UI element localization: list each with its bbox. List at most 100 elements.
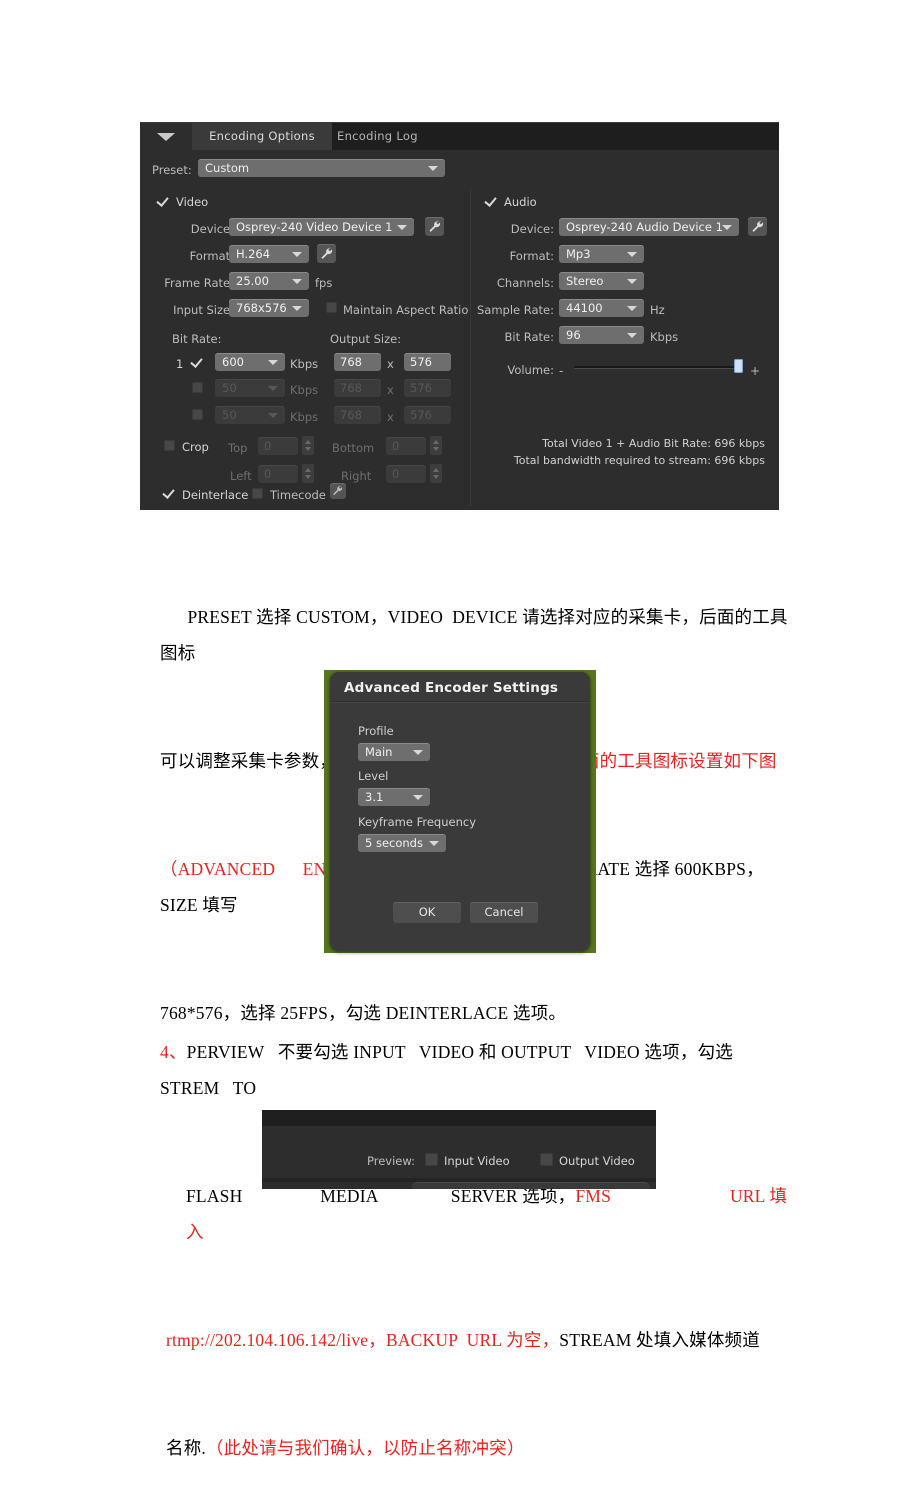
- para2-line3-red: rtmp://202.104.106.142/live，BACKUP URL 为…: [166, 1330, 560, 1350]
- sample-rate-select[interactable]: 44100: [559, 299, 644, 317]
- bitrate-row-3-unit: Kbps: [290, 410, 319, 424]
- audio-format-value: Mp3: [566, 247, 591, 261]
- input-size-label: Input Size:: [173, 303, 234, 317]
- stepper-up-icon: [433, 468, 439, 472]
- crop-bottom-value: 0: [392, 439, 400, 453]
- total-bitrate-line: Total Video 1 + Audio Bit Rate: 696 kbps: [542, 437, 765, 450]
- chevron-down-icon: [429, 841, 439, 846]
- para2-list-number: 4、: [160, 1042, 187, 1062]
- video-format-settings-button[interactable]: [317, 244, 336, 263]
- crop-checkbox[interactable]: [164, 440, 175, 451]
- volume-slider-knob[interactable]: [734, 359, 743, 373]
- level-select[interactable]: 3.1: [358, 788, 430, 806]
- dialog-title-separator: [330, 701, 590, 703]
- video-format-select[interactable]: H.264: [229, 245, 309, 263]
- tab-encoding-options[interactable]: Encoding Options: [192, 123, 332, 150]
- bitrate-row-3-select[interactable]: 50: [215, 406, 285, 424]
- input-size-select[interactable]: 768x576: [229, 299, 309, 317]
- timecode-checkbox[interactable]: [252, 488, 263, 499]
- chevron-down-icon: [268, 360, 278, 365]
- crop-top-input[interactable]: 0: [258, 437, 298, 455]
- wrench-icon: [429, 220, 441, 232]
- audio-format-select[interactable]: Mp3: [559, 245, 644, 263]
- video-device-select[interactable]: Osprey-240 Video Device 1: [229, 218, 414, 236]
- audio-device-settings-button[interactable]: [748, 217, 767, 236]
- crop-right-stepper[interactable]: [430, 464, 442, 483]
- audio-channels-value: Stereo: [566, 274, 604, 288]
- profile-value: Main: [365, 745, 393, 759]
- output-height-2-input[interactable]: 576: [404, 379, 451, 397]
- deinterlace-label: Deinterlace: [182, 488, 249, 502]
- bitrate-row-2-select[interactable]: 50: [215, 379, 285, 397]
- output-width-2-input[interactable]: 768: [334, 379, 381, 397]
- audio-bit-rate-value: 96: [566, 328, 581, 342]
- audio-bit-rate-unit: Kbps: [650, 330, 679, 344]
- keyframe-frequency-label: Keyframe Frequency: [358, 815, 477, 829]
- video-format-value: H.264: [236, 247, 271, 261]
- frame-rate-value: 25.00: [236, 274, 269, 288]
- keyframe-frequency-select[interactable]: 5 seconds: [358, 834, 446, 852]
- video-device-value: Osprey-240 Video Device 1: [236, 220, 393, 234]
- audio-channels-select[interactable]: Stereo: [559, 272, 644, 290]
- timecode-settings-button[interactable]: [330, 483, 346, 499]
- video-device-settings-button[interactable]: [425, 217, 444, 236]
- bitrate-row-2-checkbox[interactable]: [192, 382, 203, 393]
- crop-left-value: 0: [264, 467, 272, 481]
- audio-enable-checkbox[interactable]: [486, 195, 497, 206]
- crop-bottom-label: Bottom: [332, 441, 375, 455]
- bitrate-row-2-unit: Kbps: [290, 383, 319, 397]
- chevron-down-icon: [268, 413, 278, 418]
- crop-bottom-stepper[interactable]: [430, 436, 442, 455]
- stepper-down-icon: [433, 475, 439, 479]
- advanced-encoder-settings-dialog: Advanced Encoder Settings Profile Main L…: [330, 672, 590, 951]
- crop-left-stepper[interactable]: [302, 464, 314, 483]
- ok-button[interactable]: OK: [393, 902, 461, 923]
- bitrate-row-1-select[interactable]: 600: [215, 353, 285, 371]
- paragraph-two: 4、PERVIEW 不要勾选 INPUT VIDEO 和 OUTPUT VIDE…: [160, 962, 792, 1502]
- preset-select[interactable]: Custom: [198, 159, 445, 177]
- input-video-checkbox[interactable]: [425, 1153, 438, 1166]
- crop-bottom-input[interactable]: 0: [386, 437, 426, 455]
- audio-bit-rate-select[interactable]: 96: [559, 326, 644, 344]
- deinterlace-checkbox[interactable]: [164, 487, 175, 498]
- chevron-down-icon: [397, 225, 407, 230]
- frame-rate-select[interactable]: 25.00: [229, 272, 309, 290]
- sample-rate-value: 44100: [566, 301, 603, 315]
- output-width-1-input[interactable]: 768: [334, 353, 381, 371]
- chevron-down-icon: [292, 252, 302, 257]
- level-label: Level: [358, 769, 389, 783]
- level-value: 3.1: [365, 790, 384, 804]
- audio-channels-label: Channels:: [496, 276, 554, 290]
- frame-rate-label: Frame Rate:: [164, 276, 234, 290]
- crop-left-input[interactable]: 0: [258, 465, 298, 483]
- video-enable-checkbox[interactable]: [158, 195, 169, 206]
- chevron-down-icon: [627, 333, 637, 338]
- para2-line1-black: PERVIEW 不要勾选 INPUT VIDEO 和 OUTPUT VIDEO …: [160, 1042, 738, 1098]
- para2-line4-red: （此处请与我们确认，以防止名称冲突）: [205, 1438, 525, 1458]
- output-height-1-input[interactable]: 576: [404, 353, 451, 371]
- volume-label: Volume:: [507, 363, 554, 377]
- bitrate-row-3-checkbox[interactable]: [192, 409, 203, 420]
- crop-right-input[interactable]: 0: [386, 465, 426, 483]
- preview-subpanel: [412, 1182, 650, 1189]
- bitrate-row-1-checkbox[interactable]: [192, 356, 203, 367]
- cancel-button[interactable]: Cancel: [470, 902, 538, 923]
- crop-top-stepper[interactable]: [302, 436, 314, 455]
- size-separator-3: x: [387, 410, 394, 424]
- output-height-2-value: 576: [410, 381, 432, 395]
- chevron-down-icon: [627, 252, 637, 257]
- stepper-down-icon: [305, 447, 311, 451]
- tab-encoding-log[interactable]: Encoding Log: [325, 123, 430, 150]
- volume-slider-track[interactable]: [574, 366, 740, 369]
- volume-minus-label: -: [559, 364, 564, 378]
- maintain-aspect-ratio-checkbox[interactable]: [326, 302, 337, 313]
- output-width-3-input[interactable]: 768: [334, 406, 381, 424]
- output-video-checkbox[interactable]: [540, 1153, 553, 1166]
- output-height-3-input[interactable]: 576: [404, 406, 451, 424]
- bitrate-row-index-1: 1: [176, 357, 184, 371]
- profile-select[interactable]: Main: [358, 743, 430, 761]
- panel-collapse-button[interactable]: [140, 123, 192, 150]
- encoding-options-panel: Encoding Options Encoding Log Preset: Cu…: [140, 122, 779, 510]
- stepper-down-icon: [305, 475, 311, 479]
- audio-device-select[interactable]: Osprey-240 Audio Device 1: [559, 218, 739, 236]
